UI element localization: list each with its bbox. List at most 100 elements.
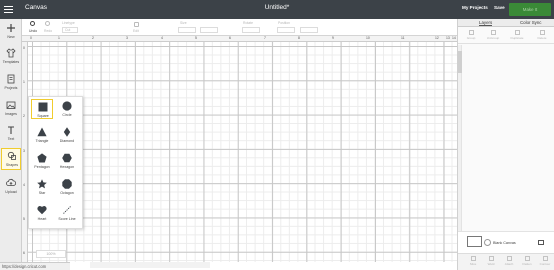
circle-icon [62,101,72,111]
rotate-field[interactable] [242,27,260,33]
save-button[interactable]: Save [494,5,505,10]
nav-text[interactable]: Text [1,123,21,145]
square-icon [38,102,48,112]
ruler-tick: 11 [401,36,405,40]
linetype-value: Cut [65,28,71,32]
ungroup-icon [490,30,496,35]
attach-button[interactable]: Attach [500,256,518,266]
layers-panel: Layers Color Sync Group UnGroup Duplicat… [457,19,554,270]
undo-label: Undo [29,29,38,33]
delete-button[interactable]: Delete [531,28,553,40]
y-position-field[interactable] [300,27,318,33]
ruler-tick: 8 [298,36,300,40]
ungroup-button[interactable]: UnGroup [482,28,504,40]
size-label: Size [180,21,187,25]
nav-label: Templates [2,60,20,64]
contour-icon [542,256,548,261]
ruler-tick: 14 [452,36,456,40]
redo-label: Redo [44,29,53,33]
flatten-button[interactable]: Flatten [518,256,536,266]
star-icon [37,179,47,189]
panel-scrollbar[interactable] [458,45,462,245]
upload-icon [6,178,16,186]
tool-label: Duplicate [510,36,524,40]
shape-score-line[interactable]: Score Line [56,203,78,223]
slice-icon [470,256,476,261]
shape-circle[interactable]: Circle [56,99,78,119]
shape-label: Score Line [58,217,76,221]
tab-layers[interactable]: Layers [479,20,493,26]
group-icon [468,30,474,35]
ruler-tick: 5 [23,217,25,221]
my-projects-button[interactable]: My Projects [462,5,488,10]
weld-button[interactable]: Weld [482,256,500,266]
nav-label: Upload [5,190,17,194]
left-sidebar: New Templates Projects Images Text Shape… [0,19,22,270]
canvas-toggle-icon[interactable] [484,239,491,246]
scroll-thumb[interactable] [458,51,462,73]
slice-button[interactable]: Slice [464,256,482,266]
plus-icon [7,24,15,32]
hexagon-icon [62,153,72,163]
ruler-tick: 4 [23,183,25,187]
ruler-tick: 6 [23,251,25,255]
ruler-tick: 4 [161,36,163,40]
triangle-icon [37,127,47,137]
edit-icon[interactable] [134,22,139,27]
shape-hexagon[interactable]: Hexagon [56,151,78,171]
nav-shapes[interactable]: Shapes [1,148,21,170]
layer-actions: Slice Weld Attach Flatten Contour [458,253,554,270]
duplicate-button[interactable]: Duplicate [506,28,528,40]
action-label: Weld [487,262,495,266]
x-position-field[interactable] [277,27,295,33]
height-field[interactable] [200,27,218,33]
ruler-tick: 0 [23,46,25,50]
shapes-panel: Square Circle Triangle Diamond Pentagon … [28,96,83,229]
nav-label: Text [7,137,15,141]
tab-color-sync[interactable]: Color Sync [520,20,541,25]
nav-new[interactable]: New [1,21,21,43]
panel-tabs: Layers Color Sync [458,19,554,27]
shape-diamond[interactable]: Diamond [56,125,78,145]
tool-label: Group [466,36,476,40]
visibility-icon[interactable] [538,240,544,245]
ruler-tick: 2 [92,36,94,40]
tshirt-icon [6,48,16,58]
ruler-tick: 3 [23,149,25,153]
ruler-tick: 2 [23,114,25,118]
shape-pentagon[interactable]: Pentagon [31,151,53,171]
width-field[interactable] [178,27,196,33]
duplicate-icon [514,30,520,35]
layer-tools: Group UnGroup Duplicate Delete [458,28,554,44]
nav-upload[interactable]: Upload [1,176,21,198]
text-icon [8,126,14,134]
ruler-tick: 12 [435,36,439,40]
nav-templates[interactable]: Templates [1,46,21,68]
blank-canvas-row[interactable]: Blank Canvas [458,231,554,253]
shape-octagon[interactable]: Octagon [56,177,78,197]
shape-heart[interactable]: Heart [31,203,53,223]
zoom-control[interactable]: 100% [36,250,66,258]
group-button[interactable]: Group [460,28,482,40]
shape-label: Diamond [59,139,75,143]
nav-projects[interactable]: Projects [1,72,21,94]
edit-toolbar: Undo Redo Linetype Cut Edit Size Rotate … [22,19,457,36]
undo-icon[interactable] [30,21,35,26]
shape-triangle[interactable]: Triangle [31,125,53,145]
canvas-horizontal-scrollbar[interactable] [90,262,210,268]
design-canvas-grid[interactable] [28,42,457,262]
ruler-tick: 3 [126,36,128,40]
ruler-tick: 0 [30,36,32,40]
image-icon [6,101,16,109]
ruler-tick: 13 [446,36,450,40]
shape-star[interactable]: Star [31,177,53,197]
action-label: Flatten [522,262,532,266]
shape-square[interactable]: Square [31,99,53,119]
make-it-button[interactable]: Make It [509,3,551,16]
redo-icon[interactable] [45,21,50,26]
contour-button[interactable]: Contour [536,256,554,266]
status-url: https://design.cricut.com [0,262,70,270]
heart-icon [37,206,47,215]
canvas-color-swatch[interactable] [467,236,482,247]
nav-images[interactable]: Images [1,98,21,120]
